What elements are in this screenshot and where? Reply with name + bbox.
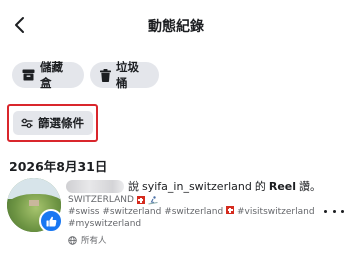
post-title-text: SWITZERLAND <box>68 195 134 205</box>
swiss-flag-icon <box>136 196 145 204</box>
sliders-icon <box>21 118 33 128</box>
hashtags-3: #myswitzerland <box>68 219 142 229</box>
archive-button[interactable]: 儲藏盒 <box>12 60 84 90</box>
post-hashtags: #swiss #switzerland #switzerland #visits… <box>68 206 328 230</box>
trash-button[interactable]: 垃圾桶 <box>90 60 159 90</box>
more-horizontal-icon <box>324 209 327 213</box>
privacy-setting: 所有人 <box>68 234 107 246</box>
archive-label: 儲藏盒 <box>40 60 63 90</box>
more-options-button[interactable] <box>324 204 344 218</box>
hashtags-1: #swiss #switzerland #switzerland <box>68 207 224 217</box>
activity-connector: 的 <box>254 180 266 193</box>
post-title: SWITZERLAND <box>68 195 158 205</box>
account-name: syifa_in_switzerland <box>142 179 252 193</box>
privacy-label: 所有人 <box>81 236 107 246</box>
trash-label: 垃圾桶 <box>116 60 139 90</box>
filter-button[interactable]: 篩選條件 <box>13 111 93 135</box>
ski-icon <box>148 195 158 204</box>
thumbs-up-icon <box>46 216 56 226</box>
blurred-username <box>66 179 124 193</box>
page-title: 動態紀錄 <box>148 19 204 35</box>
date-heading: 2026年8月31日 <box>9 159 108 174</box>
globe-icon <box>68 235 77 245</box>
hashtags-2: #visitswitzerland <box>236 207 315 217</box>
activity-object: Reel <box>268 179 297 193</box>
activity-prefix: 說 <box>128 180 139 193</box>
swiss-flag-icon <box>226 206 235 214</box>
filter-label: 篩選條件 <box>38 116 84 130</box>
activity-text[interactable]: 說 syifa_in_switzerland 的 Reel 讚。 <box>66 178 336 194</box>
archive-box-icon <box>22 69 35 81</box>
activity-verb: 讚。 <box>299 180 322 193</box>
like-badge <box>39 209 63 233</box>
trash-can-icon <box>100 68 111 82</box>
